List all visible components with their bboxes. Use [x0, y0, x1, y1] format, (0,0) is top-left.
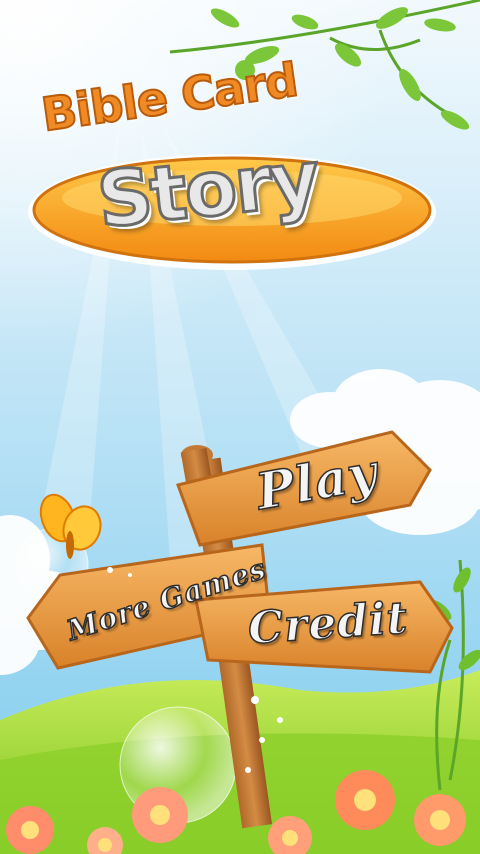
credit-label: Credit	[246, 592, 411, 656]
credit-button[interactable]: Credit	[196, 582, 452, 672]
play-button[interactable]: Play	[178, 430, 430, 545]
play-label: Play	[251, 441, 383, 522]
